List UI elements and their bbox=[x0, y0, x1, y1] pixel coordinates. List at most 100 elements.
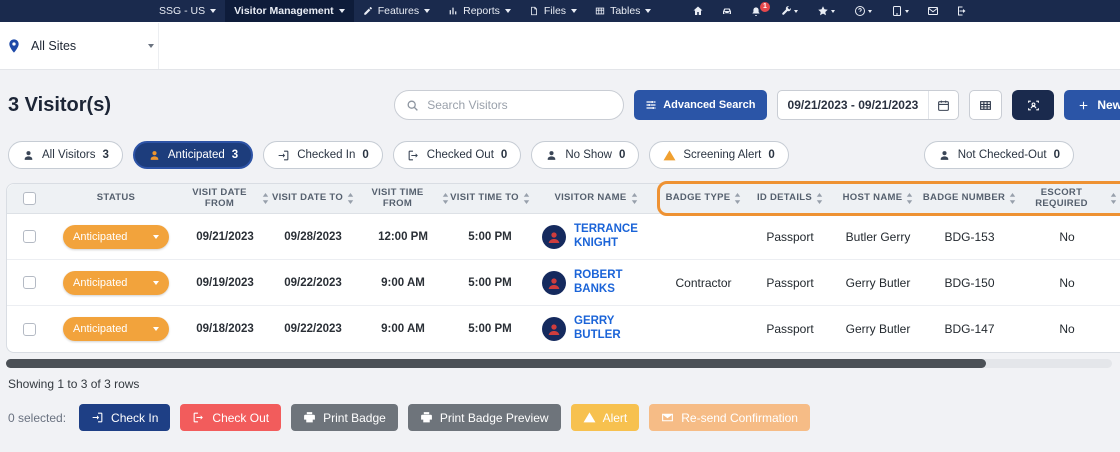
site-selector[interactable]: All Sites bbox=[6, 38, 154, 54]
printer-icon bbox=[304, 412, 316, 423]
rows-summary: Showing 1 to 3 of 3 rows bbox=[8, 377, 140, 391]
vehicle-icon[interactable] bbox=[717, 5, 737, 17]
host-name-cell: Gerry Butler bbox=[845, 275, 911, 290]
row-checkbox[interactable] bbox=[22, 322, 36, 336]
visit-time-from-cell: 9:00 AM bbox=[381, 276, 425, 289]
visit-date-to-cell: 09/22/2023 bbox=[284, 276, 342, 289]
visitor-name-link[interactable]: ROBERT BANKS bbox=[574, 269, 661, 296]
warning-icon bbox=[583, 412, 596, 423]
divider bbox=[158, 22, 159, 69]
plus-icon bbox=[1080, 101, 1088, 109]
escort-required-cell: No bbox=[1059, 322, 1075, 336]
nav-menu-tables[interactable]: Tables bbox=[586, 0, 660, 22]
filter-checked-in[interactable]: Checked In 0 bbox=[263, 141, 383, 169]
chevron-down-icon bbox=[153, 327, 159, 331]
grid-view-button[interactable] bbox=[969, 90, 1003, 120]
id-details-cell: Passport bbox=[766, 275, 814, 290]
filter-checked-out[interactable]: Checked Out 0 bbox=[392, 141, 522, 169]
filter-screening-alert[interactable]: Screening Alert 0 bbox=[649, 141, 789, 169]
print-badge-button[interactable]: Print Badge bbox=[291, 404, 398, 431]
sort-icon bbox=[816, 193, 823, 204]
print-badge-label: Print Badge bbox=[323, 410, 386, 425]
resend-confirmation-button[interactable]: Re-send Confirmation bbox=[649, 404, 810, 431]
nav-module-visitor-management[interactable]: Visitor Management bbox=[225, 0, 354, 22]
alert-button[interactable]: Alert bbox=[570, 404, 640, 431]
column-header-host-name[interactable]: HOST NAME bbox=[834, 192, 922, 204]
filter-all-visitors[interactable]: All Visitors 3 bbox=[8, 141, 123, 169]
sort-icon bbox=[523, 193, 530, 204]
advanced-search-label: Advanced Search bbox=[663, 99, 756, 111]
warning-icon bbox=[663, 149, 676, 160]
sort-icon bbox=[907, 193, 913, 204]
column-header-badge-number[interactable]: BADGE NUMBER bbox=[922, 192, 1017, 204]
column-header-badge-type[interactable]: BADGE TYPE bbox=[661, 192, 746, 204]
help-menu[interactable] bbox=[849, 5, 877, 17]
nav-site-menu[interactable]: SSG - US bbox=[150, 0, 225, 22]
check-out-icon bbox=[194, 412, 204, 423]
sort-icon bbox=[735, 193, 741, 204]
notifications-bell-icon[interactable]: 1 bbox=[746, 2, 770, 17]
grid-icon bbox=[980, 100, 992, 110]
envelope-icon bbox=[662, 413, 674, 422]
navbar-menus: SSG - US Visitor Management Features Rep… bbox=[0, 0, 660, 22]
column-header-visit-time-to[interactable]: VISIT TIME TO bbox=[449, 192, 531, 204]
column-header-visit-date-from[interactable]: VISIT DATE FROM bbox=[181, 187, 269, 209]
status-dropdown[interactable]: Anticipated bbox=[63, 317, 169, 341]
check-in-icon bbox=[92, 412, 103, 423]
id-details-cell: Passport bbox=[766, 229, 814, 244]
filter-label: All Visitors bbox=[42, 149, 96, 161]
messages-envelope-icon[interactable] bbox=[923, 5, 943, 17]
favorites-star-menu[interactable] bbox=[812, 5, 840, 17]
table-icon bbox=[595, 7, 605, 15]
filter-count: 0 bbox=[1053, 149, 1060, 161]
filter-no-show[interactable]: No Show 0 bbox=[531, 141, 640, 169]
advanced-search-button[interactable]: Advanced Search bbox=[634, 90, 767, 120]
printer-icon bbox=[420, 412, 432, 423]
column-header-visit-date-to[interactable]: VISIT DATE TO bbox=[269, 192, 357, 204]
filter-not-checked-out[interactable]: Not Checked-Out 0 bbox=[923, 141, 1074, 169]
horizontal-scrollbar-thumb[interactable] bbox=[6, 359, 986, 368]
nav-menu-features[interactable]: Features bbox=[354, 0, 439, 22]
status-filter-bar: All Visitors 3 Anticipated 3 Checked In … bbox=[0, 120, 1120, 169]
row-checkbox[interactable] bbox=[22, 230, 36, 243]
person-icon bbox=[150, 150, 159, 160]
filter-label: No Show bbox=[565, 149, 612, 161]
column-header-visit-time-from[interactable]: VISIT TIME FROM bbox=[357, 187, 449, 209]
select-all-checkbox[interactable] bbox=[22, 192, 36, 205]
print-badge-preview-button[interactable]: Print Badge Preview bbox=[407, 404, 561, 431]
visitor-name-link[interactable]: TERRANCE KNIGHT bbox=[574, 223, 661, 250]
nav-menu-files[interactable]: Files bbox=[520, 0, 586, 22]
devices-menu[interactable] bbox=[886, 5, 914, 17]
chevron-down-icon bbox=[868, 9, 872, 13]
status-dropdown[interactable]: Anticipated bbox=[63, 270, 169, 295]
search-input[interactable] bbox=[427, 98, 613, 112]
chevron-down-icon bbox=[210, 9, 217, 13]
badge-number-cell: BDG-153 bbox=[944, 229, 995, 244]
filter-anticipated[interactable]: Anticipated 3 bbox=[132, 141, 254, 169]
badge-number-cell: BDG-150 bbox=[944, 275, 995, 290]
check-out-button[interactable]: Check Out bbox=[180, 404, 282, 431]
nav-site-menu-label: SSG - US bbox=[159, 5, 206, 17]
status-dropdown[interactable]: Anticipated bbox=[63, 224, 169, 249]
visitor-search bbox=[394, 90, 625, 120]
column-header-visitor-name[interactable]: VISITOR NAME bbox=[531, 192, 661, 204]
visit-time-to-cell: 5:00 PM bbox=[468, 323, 512, 335]
row-checkbox[interactable] bbox=[22, 276, 36, 289]
navbar-icon-cluster: 1 bbox=[688, 0, 1120, 22]
nav-menu-reports[interactable]: Reports bbox=[439, 0, 520, 22]
new-visitor-button[interactable]: New bbox=[1064, 90, 1120, 120]
filter-label: Anticipated bbox=[167, 149, 225, 161]
badge-scan-button[interactable] bbox=[1012, 90, 1055, 120]
date-range-picker[interactable]: 09/21/2023 - 09/21/2023 bbox=[776, 90, 960, 120]
bulk-actions-bar: 0 selected: Check In Check Out Print Bad… bbox=[8, 404, 1120, 431]
logout-icon[interactable] bbox=[952, 5, 972, 17]
visitor-name-link[interactable]: GERRY BUTLER bbox=[574, 315, 661, 342]
column-header-id-details[interactable]: ID DETAILS bbox=[746, 192, 834, 204]
table-header-row: STATUS VISIT DATE FROM VISIT DATE TO VIS… bbox=[7, 184, 1120, 214]
tablet-icon bbox=[893, 6, 901, 16]
check-in-button[interactable]: Check In bbox=[79, 404, 171, 431]
tools-wrench-menu[interactable] bbox=[775, 5, 803, 17]
column-header-escort-required[interactable]: ESCORT REQUIRED bbox=[1017, 187, 1117, 209]
column-header-status[interactable]: STATUS bbox=[51, 192, 181, 203]
home-icon[interactable] bbox=[688, 5, 708, 17]
